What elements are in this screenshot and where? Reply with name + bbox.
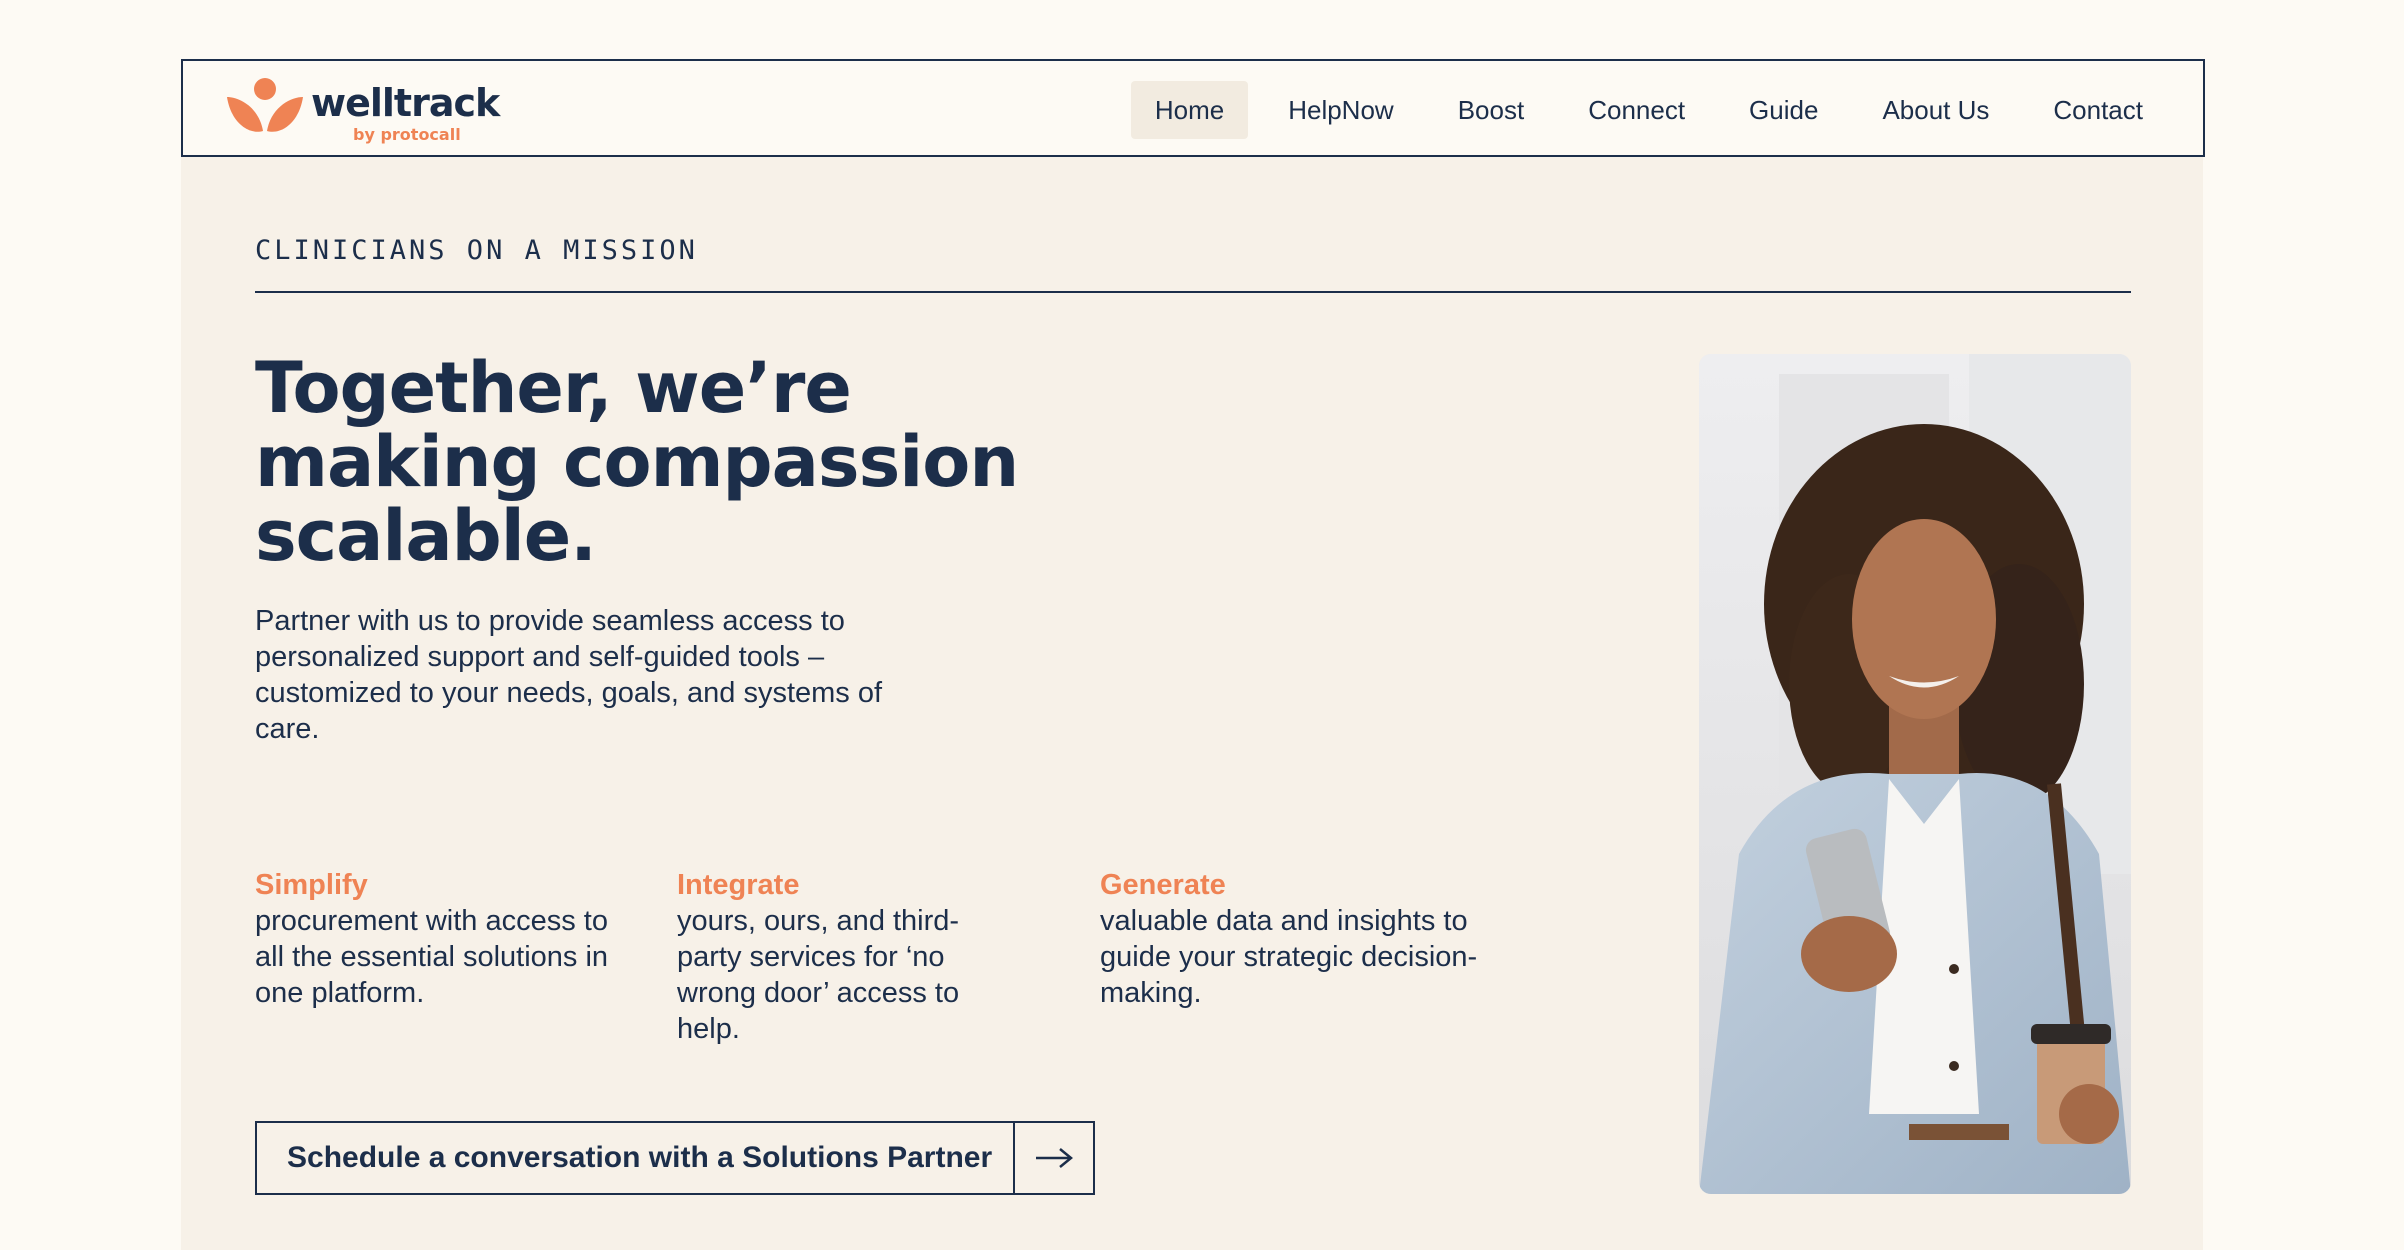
welltrack-logo[interactable]: welltrack by protocall bbox=[225, 75, 525, 145]
hero-photo bbox=[1699, 354, 2131, 1194]
page: welltrack by protocall Home HelpNow Boos… bbox=[0, 0, 2404, 1250]
schedule-conversation-button[interactable]: Schedule a conversation with a Solutions… bbox=[255, 1121, 1095, 1195]
feature-simplify: Simplify procurement with access to all … bbox=[255, 867, 645, 1011]
welltrack-logo-icon bbox=[227, 78, 303, 132]
arrow-right-icon bbox=[1013, 1123, 1093, 1193]
hero-headline: Together, we’re making compassion scalab… bbox=[255, 347, 1019, 577]
nav-item-boost[interactable]: Boost bbox=[1434, 81, 1549, 139]
nav-item-helpnow[interactable]: HelpNow bbox=[1264, 81, 1418, 139]
feature-generate: Generate valuable data and insights to g… bbox=[1100, 867, 1490, 1011]
woman-with-phone-photo bbox=[1699, 354, 2131, 1194]
nav-item-connect[interactable]: Connect bbox=[1564, 81, 1709, 139]
feature-title: Generate bbox=[1100, 869, 1226, 901]
nav-item-contact[interactable]: Contact bbox=[2029, 81, 2167, 139]
feature-body: procurement with access to all the essen… bbox=[255, 905, 609, 1009]
hero-section: CLINICIANS ON A MISSION Together, we’re … bbox=[181, 157, 2203, 1250]
feature-integrate: Integrate yours, ours, and third-party s… bbox=[677, 867, 1067, 1047]
nav-item-guide[interactable]: Guide bbox=[1725, 81, 1842, 139]
cta-label: Schedule a conversation with a Solutions… bbox=[287, 1141, 993, 1174]
logo-subtitle: by protocall bbox=[353, 125, 461, 144]
feature-body: valuable data and insights to guide your… bbox=[1100, 905, 1478, 1009]
feature-title: Integrate bbox=[677, 869, 800, 901]
feature-title: Simplify bbox=[255, 869, 368, 901]
logo-wordmark: welltrack bbox=[311, 81, 500, 125]
feature-list: Simplify procurement with access to all … bbox=[255, 867, 1555, 1047]
hero-eyebrow: CLINICIANS ON A MISSION bbox=[255, 235, 698, 266]
nav-item-home[interactable]: Home bbox=[1130, 81, 1249, 139]
top-navigation: welltrack by protocall Home HelpNow Boos… bbox=[181, 59, 2205, 157]
nav-item-about-us[interactable]: About Us bbox=[1858, 81, 2013, 139]
divider bbox=[255, 291, 2131, 293]
feature-body: yours, ours, and third-party services fo… bbox=[677, 905, 960, 1045]
nav-menu: Home HelpNow Boost Connect Guide About U… bbox=[1130, 81, 2167, 139]
hero-intro: Partner with us to provide seamless acce… bbox=[255, 605, 883, 745]
